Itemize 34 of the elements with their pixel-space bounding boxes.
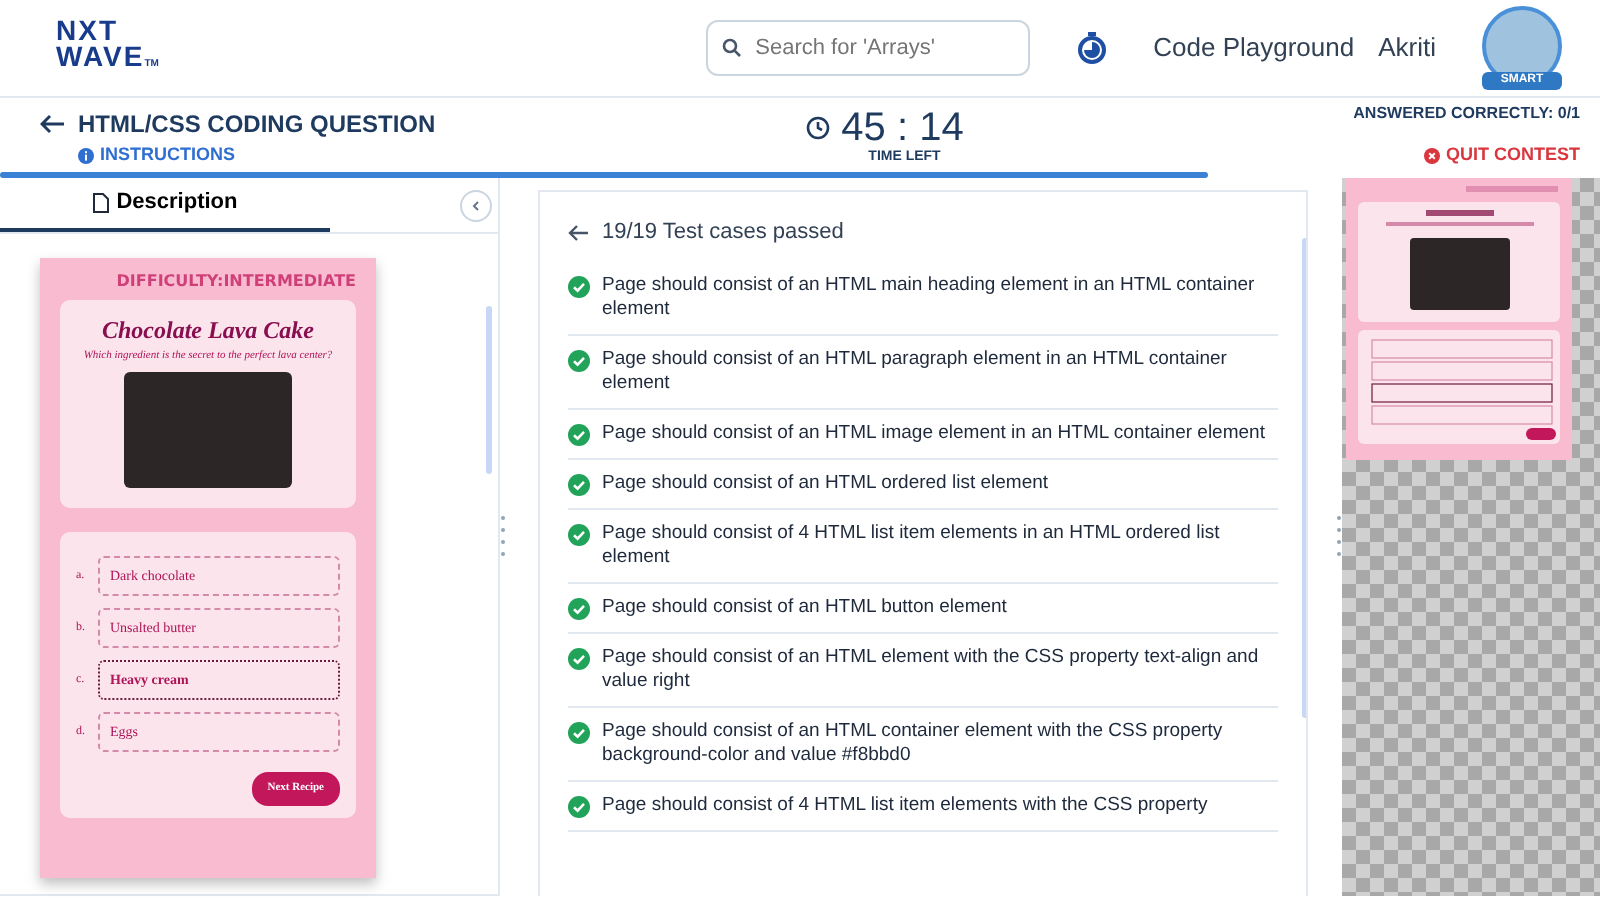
test-case: Page should consist of 4 HTML list item elements with the CSS property — [602, 793, 1208, 817]
difficulty-label: DIFFICULTY:INTERMEDIATE — [114, 270, 356, 294]
nav-link[interactable]: Akriti — [1378, 28, 1436, 68]
search-field[interactable]: Search for 'Arrays' — [705, 20, 1030, 76]
stopwatch-icon[interactable] — [1077, 32, 1106, 64]
test-case: Page should consist of an HTML image element in an HTML container element — [602, 421, 1265, 445]
quit-contest-button[interactable]: QUIT CONTEST — [1424, 142, 1580, 170]
scrollbar[interactable] — [486, 306, 493, 474]
drag-handle-icon[interactable] — [1335, 513, 1341, 561]
test-summary: 19/19 Test cases passed — [602, 218, 844, 248]
test-case: Page should consist of an HTML element with the CSS property text-align and value right — [602, 645, 1261, 693]
test-case: Page should consist of an HTML button element — [602, 595, 1007, 619]
search-icon — [721, 38, 742, 58]
test-case: Page should consist of 4 HTML list item elements in an HTML ordered list element — [602, 521, 1222, 569]
instructions-link[interactable]: INSTRUCTIONS — [78, 142, 436, 170]
nav-link[interactable]: Code Playground — [1153, 28, 1355, 68]
test-case: Page should consist of an HTML ordered list element — [602, 471, 1049, 495]
test-case: Page should consist of an HTML paragraph element in an HTML container element — [602, 347, 1229, 395]
answered-count: ANSWERED CORRECTLY: 0/1 — [1353, 102, 1580, 126]
info-icon — [78, 148, 94, 164]
test-case: Page should consist of an HTML main heading element in an HTML container element — [602, 273, 1257, 321]
collapse-panel-button[interactable] — [460, 189, 493, 221]
close-icon — [1424, 148, 1440, 164]
question-title: HTML/CSS CODING QUESTION — [78, 108, 436, 143]
chevron-left-icon — [470, 200, 483, 213]
back-arrow-icon[interactable] — [40, 114, 66, 135]
timer: 45 : 14 — [841, 107, 964, 148]
document-icon — [92, 192, 111, 214]
drag-handle-icon[interactable] — [500, 513, 507, 561]
clock-icon — [805, 115, 830, 140]
test-case: Page should consist of an HTML container element with the CSS property background-color and value #f8bbd0 — [602, 719, 1225, 767]
recipe-title: Chocolate Lava Cake — [100, 314, 316, 348]
scrollbar[interactable] — [1301, 238, 1307, 718]
back-arrow-icon[interactable] — [568, 223, 591, 242]
